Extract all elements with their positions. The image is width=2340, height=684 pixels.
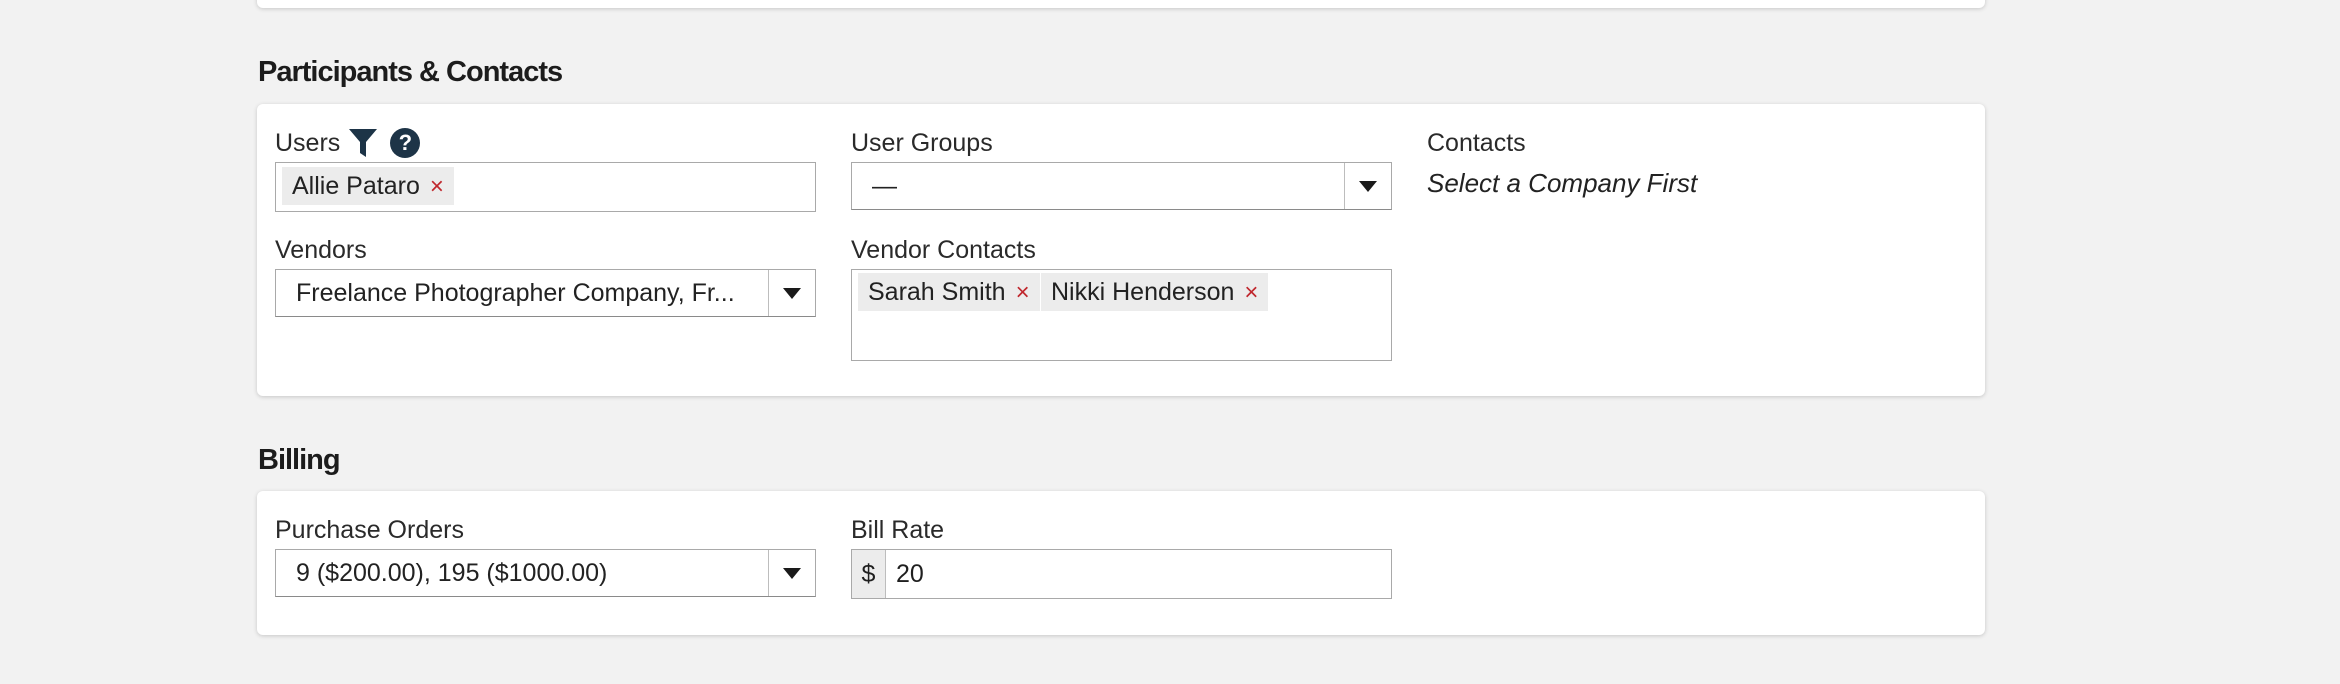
vendor-contact-tag-label: Nikki Henderson: [1051, 278, 1235, 306]
chevron-down-icon: [783, 287, 801, 299]
purchase-orders-label: Purchase Orders: [275, 515, 464, 544]
purchase-orders-value: 9 ($200.00), 195 ($1000.00): [296, 558, 608, 587]
vendor-contacts-field: Vendor Contacts: [851, 233, 1036, 267]
users-field: Users ?: [275, 126, 421, 160]
vendors-label: Vendors: [275, 235, 367, 264]
user-groups-value: —: [872, 171, 897, 200]
bill-rate-label: Bill Rate: [851, 515, 945, 544]
user-groups-label: User Groups: [851, 128, 993, 157]
bill-rate-field: Bill Rate: [851, 513, 944, 547]
remove-user-tag-icon[interactable]: ×: [430, 173, 444, 200]
vendor-contacts-input[interactable]: Sarah Smith × Nikki Henderson ×: [851, 269, 1392, 361]
filter-icon[interactable]: [348, 127, 378, 159]
users-input[interactable]: Allie Pataro ×: [275, 162, 816, 212]
page: Participants & Contacts Users ? Allie Pa…: [0, 0, 2340, 684]
purchase-orders-select[interactable]: 9 ($200.00), 195 ($1000.00): [275, 549, 816, 597]
vendors-field: Vendors: [275, 233, 367, 267]
vendors-value: Freelance Photographer Company, Fr...: [296, 278, 735, 307]
purchase-orders-field: Purchase Orders: [275, 513, 464, 547]
remove-vendor-contact-tag-icon[interactable]: ×: [1016, 279, 1030, 306]
vendors-select[interactable]: Freelance Photographer Company, Fr...: [275, 269, 816, 317]
billing-section-title: Billing: [258, 444, 341, 476]
users-label-row: Users ?: [275, 126, 421, 160]
users-label: Users: [275, 128, 341, 157]
bill-rate-input[interactable]: $ 20: [851, 549, 1392, 599]
user-groups-field: User Groups: [851, 126, 993, 160]
user-tag: Allie Pataro ×: [282, 167, 454, 205]
contacts-hint: Select a Company First: [1427, 168, 1698, 198]
participants-section-title: Participants & Contacts: [258, 56, 563, 88]
vendor-contacts-label: Vendor Contacts: [851, 235, 1036, 264]
bill-rate-value: 20: [896, 559, 924, 588]
vendor-contact-tag: Nikki Henderson ×: [1041, 273, 1269, 311]
previous-section-card: [257, 0, 1985, 8]
user-tag-label: Allie Pataro: [292, 172, 420, 200]
currency-prefix: $: [852, 550, 886, 598]
vendor-contact-tag: Sarah Smith ×: [858, 273, 1040, 311]
help-icon[interactable]: ?: [390, 128, 421, 158]
contacts-field: Contacts: [1427, 126, 1526, 160]
remove-vendor-contact-tag-icon[interactable]: ×: [1244, 279, 1258, 306]
purchase-orders-dropdown-button[interactable]: [768, 550, 815, 596]
chevron-down-icon: [783, 567, 801, 579]
user-groups-select[interactable]: —: [851, 162, 1392, 210]
vendor-contact-tag-label: Sarah Smith: [868, 278, 1006, 306]
vendors-dropdown-button[interactable]: [768, 270, 815, 316]
chevron-down-icon: [1359, 180, 1377, 192]
contacts-label: Contacts: [1427, 128, 1526, 157]
user-groups-dropdown-button[interactable]: [1344, 163, 1391, 209]
